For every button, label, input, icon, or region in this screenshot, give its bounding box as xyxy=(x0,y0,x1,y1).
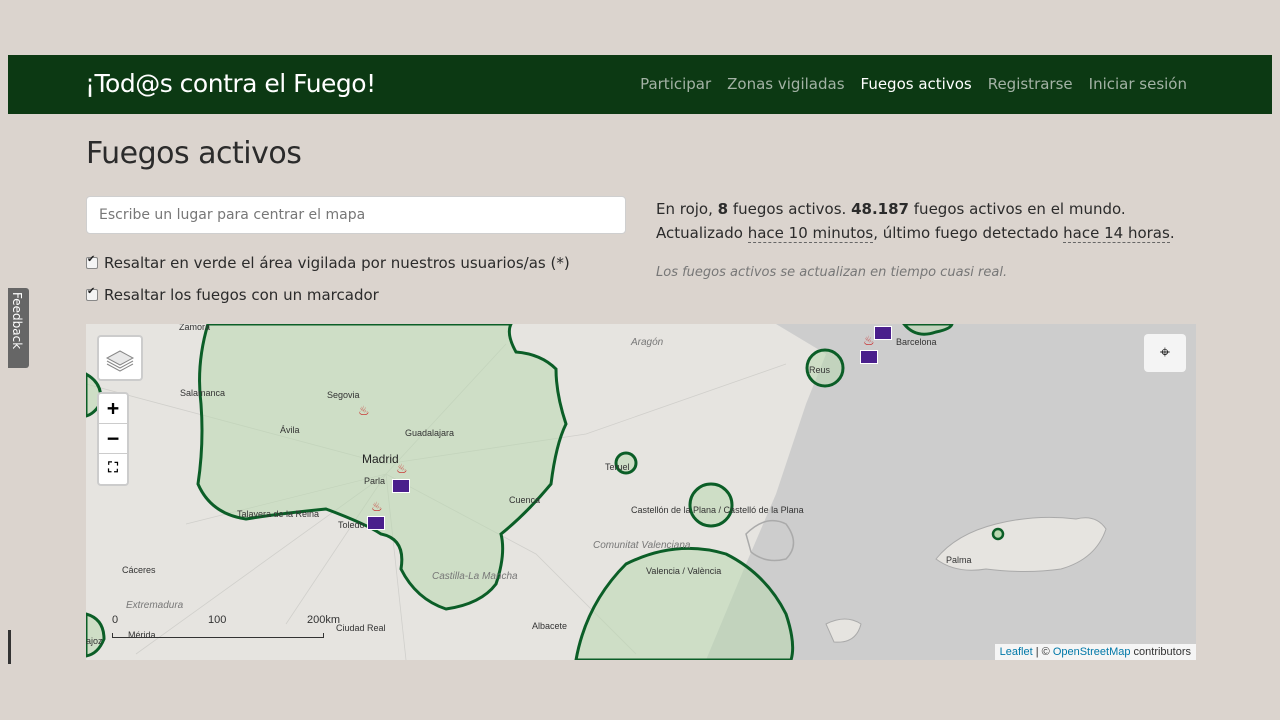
fires-summary: En rojo, 8 fuegos activos. 48.187 fuegos… xyxy=(656,197,1196,245)
watched-zone-madrid xyxy=(196,324,568,611)
fires-map[interactable]: Zamora Aragón Barcelona Salamanca Segovi… xyxy=(86,324,1196,660)
active-fires-text: fuegos activos. xyxy=(732,200,847,218)
updated-time: hace 10 minutos xyxy=(747,224,874,243)
map-label-comunitat-valenciana: Comunitat Valenciana xyxy=(593,540,691,551)
map-label-caceres: Cáceres xyxy=(122,565,156,575)
nav-item-zonas-vigiladas[interactable]: Zonas vigiladas xyxy=(727,75,844,93)
nav-menu: Participar Zonas vigiladas Fuegos activo… xyxy=(640,75,1187,93)
map-label-teruel: Teruel xyxy=(605,462,630,472)
update-note: Los fuegos activos se actualizan en tiem… xyxy=(656,265,1008,280)
highlight-area-label: Resaltar en verde el área vigilada por n… xyxy=(104,254,570,272)
map-label-toledo: Toledo xyxy=(338,520,365,530)
map-label-aragon: Aragón xyxy=(631,337,664,348)
scale-tick-200: 200km xyxy=(307,614,341,626)
map-label-ciudad-real: Ciudad Real xyxy=(336,623,386,633)
summary-prefix: En rojo, xyxy=(656,200,713,218)
leaflet-link[interactable]: Leaflet xyxy=(1000,646,1033,658)
map-label-zamora: Zamora xyxy=(179,324,211,332)
nav-item-participar[interactable]: Participar xyxy=(640,75,711,93)
edge-handle xyxy=(8,630,11,664)
fire-marker[interactable]: ♨ xyxy=(396,462,408,477)
osm-link[interactable]: OpenStreetMap xyxy=(1053,646,1131,658)
last-fire-suffix: . xyxy=(1169,224,1175,242)
map-label-cuenca: Cuenca xyxy=(509,495,541,505)
fullscreen-icon: ⛶ xyxy=(108,460,118,476)
page-title: Fuegos activos xyxy=(86,136,302,171)
fire-marker[interactable]: ♨ xyxy=(371,500,383,515)
map-label-albacete: Albacete xyxy=(532,621,568,631)
feedback-label: Feedback xyxy=(10,292,24,350)
attribution-separator: | © xyxy=(1032,646,1053,658)
map-attribution: Leaflet | © OpenStreetMap contributors xyxy=(994,644,1196,660)
fire-marker[interactable]: ♨ xyxy=(863,334,875,349)
world-fires-count: 48.187 xyxy=(851,200,909,218)
fire-marker[interactable]: ♨ xyxy=(358,404,370,419)
map-label-madrid: Madrid xyxy=(362,452,399,466)
map-label-extremadura: Extremadura xyxy=(126,600,184,611)
map-label-guadalajara: Guadalajara xyxy=(405,428,455,438)
scale-tick-0: 0 xyxy=(112,614,119,626)
factory-marker[interactable] xyxy=(860,350,878,364)
highlight-area-checkbox-row[interactable]: Resaltar en verde el área vigilada por n… xyxy=(86,254,570,272)
map-label-barcelona: Barcelona xyxy=(896,337,937,347)
factory-marker[interactable] xyxy=(367,516,385,530)
map-label-talavera: Talavera de la Reina xyxy=(237,509,320,519)
map-label-avila: Ávila xyxy=(280,425,300,435)
map-label-reus: Reus xyxy=(809,365,831,375)
nav-item-iniciar-sesion[interactable]: Iniciar sesión xyxy=(1089,75,1187,93)
zoom-in-button[interactable]: + xyxy=(99,394,127,424)
map-label-palma: Palma xyxy=(946,555,972,565)
layers-button[interactable] xyxy=(97,335,143,381)
nav-item-registrarse[interactable]: Registrarse xyxy=(988,75,1073,93)
zoom-out-button[interactable]: − xyxy=(99,424,127,454)
map-canvas xyxy=(86,324,1196,660)
last-fire-prefix: , último fuego detectado xyxy=(873,224,1059,242)
zoom-control: + − ⛶ xyxy=(97,392,129,486)
nav-item-fuegos-activos[interactable]: Fuegos activos xyxy=(861,75,972,93)
scale-tick-100: 100 xyxy=(208,614,227,626)
brand-title[interactable]: ¡Tod@s contra el Fuego! xyxy=(85,69,376,98)
feedback-tab[interactable]: Feedback xyxy=(8,288,29,368)
layers-icon xyxy=(105,350,135,372)
active-fires-count: 8 xyxy=(717,200,729,218)
map-label-segovia: Segovia xyxy=(327,390,360,400)
map-label-castellon: Castellón de la Plana / Castelló de la P… xyxy=(631,505,804,515)
locate-icon: ⌖ xyxy=(1159,342,1171,363)
factory-marker[interactable] xyxy=(874,326,892,340)
map-label-badajoz: ajoz xyxy=(86,636,103,646)
factory-marker[interactable] xyxy=(392,479,410,493)
highlight-fires-checkbox[interactable] xyxy=(86,286,98,301)
map-label-valencia: Valencia / València xyxy=(646,566,722,576)
highlight-fires-label: Resaltar los fuegos con un marcador xyxy=(104,286,379,304)
highlight-area-checkbox[interactable] xyxy=(86,254,98,269)
attribution-suffix: contributors xyxy=(1130,646,1191,658)
locate-button[interactable]: ⌖ xyxy=(1144,334,1186,372)
fullscreen-button[interactable]: ⛶ xyxy=(99,454,127,484)
last-fire-time: hace 14 horas xyxy=(1063,224,1170,243)
map-label-castilla-la-mancha: Castilla-La Mancha xyxy=(432,571,518,582)
updated-prefix: Actualizado xyxy=(656,224,743,242)
watched-zone-southwest xyxy=(86,612,106,658)
navbar: ¡Tod@s contra el Fuego! Participar Zonas… xyxy=(8,55,1272,114)
scale-line xyxy=(112,633,324,638)
map-label-salamanca: Salamanca xyxy=(180,388,226,398)
world-fires-text: fuegos activos en el mundo. xyxy=(913,200,1126,218)
map-label-parla: Parla xyxy=(364,476,386,486)
search-input[interactable] xyxy=(86,196,626,234)
highlight-fires-checkbox-row[interactable]: Resaltar los fuegos con un marcador xyxy=(86,286,379,304)
watched-zone-mallorca xyxy=(991,527,1005,541)
